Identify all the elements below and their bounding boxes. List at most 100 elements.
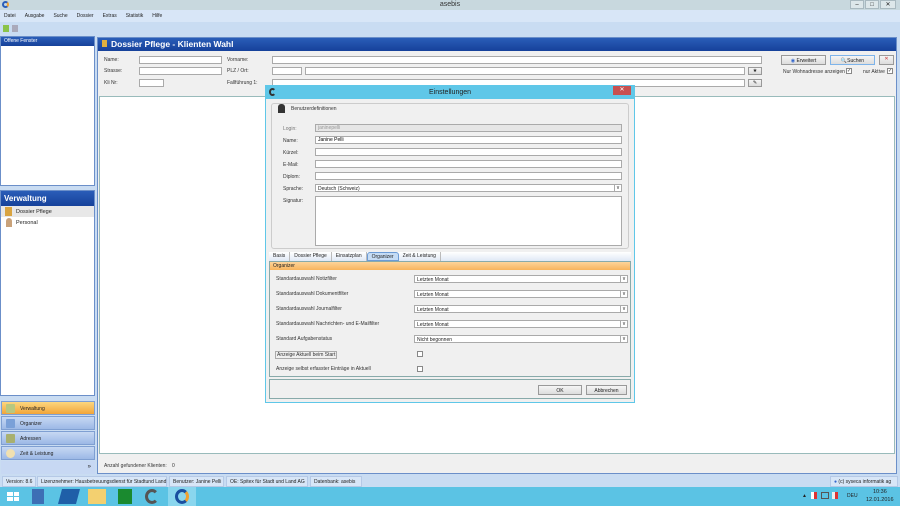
open-windows-panel: Offene Fenster xyxy=(0,36,95,186)
flag-icon[interactable] xyxy=(811,492,817,499)
notizfilter-select[interactable]: Letzten Monat v xyxy=(414,275,628,283)
suchen-button[interactable]: 🔍Suchen xyxy=(830,55,875,65)
vorname-label: Vorname: xyxy=(227,57,249,63)
plz-ort-label: PLZ / Ort: xyxy=(227,68,249,74)
menu-hilfe[interactable]: Hilfe xyxy=(152,13,162,19)
kl-nr-input[interactable] xyxy=(139,79,164,87)
minimize-button[interactable]: – xyxy=(850,0,864,9)
maximize-button[interactable]: □ xyxy=(865,0,879,9)
strasse-label: Strasse: xyxy=(104,68,123,74)
kuerzel-input[interactable] xyxy=(315,148,622,156)
organizer-icon xyxy=(6,419,15,428)
menu-datei[interactable]: Datei xyxy=(4,13,16,19)
dokumentfilter-select[interactable]: Letzten Monat v xyxy=(414,290,628,298)
email-label: E-Mail: xyxy=(283,162,299,168)
organizer-header: Organizer xyxy=(270,262,630,270)
clock-time[interactable]: 10:36 xyxy=(873,489,887,495)
server-manager-icon[interactable] xyxy=(32,489,44,504)
tab-dossier-pflege[interactable]: Dossier Pflege xyxy=(290,252,332,261)
benutzer-group: Benutzerdefinitionen Login: Name: Kürzel… xyxy=(271,103,629,249)
journalfilter-select[interactable]: Letzten Monat v xyxy=(414,305,628,313)
verwaltung-panel: Verwaltung Dossier Pflege Personal xyxy=(0,190,95,396)
diplom-label: Diplom: xyxy=(283,174,300,180)
volume-icon[interactable] xyxy=(832,492,838,499)
sidebar-item-dossier-pflege[interactable]: Dossier Pflege xyxy=(1,206,94,217)
status-db: Datenbank: asebis xyxy=(310,476,362,487)
chevron-down-icon: v xyxy=(620,306,627,312)
powershell-icon[interactable] xyxy=(57,489,81,504)
sidebar-item-personal[interactable]: Personal xyxy=(1,217,94,229)
nav-adressen[interactable]: Adressen xyxy=(1,431,95,445)
count-label: Anzahl gefundener Klienten: xyxy=(104,463,167,469)
status-lizenz: Lizenznehmer: Hausbetreuungsdienst für S… xyxy=(37,476,167,487)
menu-suche[interactable]: Suche xyxy=(53,13,67,19)
aufgabenstatus-label: Standard Aufgabenstatus xyxy=(276,336,333,342)
menu-ausgabe[interactable]: Ausgabe xyxy=(25,13,45,19)
windows-start-icon[interactable] xyxy=(4,489,22,504)
dossier-icon xyxy=(5,207,12,216)
network-icon[interactable] xyxy=(821,492,829,499)
folder-icon xyxy=(102,40,107,47)
nav-organizer[interactable]: Organizer xyxy=(1,416,95,430)
email-input[interactable] xyxy=(315,160,622,168)
chevron-down-icon: v xyxy=(620,291,627,297)
nav-verwaltung[interactable]: Verwaltung xyxy=(1,401,95,415)
nur-aktive-checkbox[interactable]: ✓ xyxy=(887,68,893,74)
notizfilter-label: Standardauswahl Notizfilter xyxy=(276,276,337,282)
vorname-input[interactable] xyxy=(272,56,762,64)
tab-basis[interactable]: Basis xyxy=(269,252,291,261)
asebis-taskbar-icon[interactable] xyxy=(145,489,159,504)
name-label: Name: xyxy=(104,57,119,63)
aufgabenstatus-select[interactable]: Nicht begonnen v xyxy=(414,335,628,343)
page-title: Dossier Pflege - Klienten Wahl xyxy=(98,38,896,51)
status-version: Version: 8.6 xyxy=(2,476,36,487)
organizer-section: Organizer Standardauswahl Notizfilter Le… xyxy=(269,261,631,377)
count-value: 0 xyxy=(172,463,175,469)
menu-dossier[interactable]: Dossier xyxy=(77,13,94,19)
tab-organizer[interactable]: Organizer xyxy=(366,252,399,261)
close-button[interactable]: ✕ xyxy=(880,0,896,9)
title-bar: asebis – □ ✕ xyxy=(0,0,900,10)
cancel-button[interactable]: Abbrechen xyxy=(586,385,627,395)
fallfuehrung-edit-button[interactable]: ✎ xyxy=(748,79,762,87)
name-input[interactable] xyxy=(139,56,222,64)
menu-extras[interactable]: Extras xyxy=(103,13,117,19)
diplom-input[interactable] xyxy=(315,172,622,180)
menu-statistik[interactable]: Statistik xyxy=(126,13,144,19)
fallfuehrung-label: Fallführung 1: xyxy=(227,80,258,86)
wohnadresse-checkbox[interactable]: ✓ xyxy=(846,68,852,74)
tab-einsatzplan[interactable]: Einsatzplan xyxy=(332,252,367,261)
selbst-erfasst-label: Anzeige selbst erfasster Einträge in Akt… xyxy=(276,366,371,372)
dialog-close-button[interactable]: ✕ xyxy=(613,86,631,95)
tray-arrow-icon[interactable]: ▲ xyxy=(802,493,807,499)
ort-input[interactable] xyxy=(305,67,745,75)
selbst-erfasst-checkbox[interactable] xyxy=(417,366,423,372)
clock-date[interactable]: 12.01.2016 xyxy=(866,497,894,503)
store-icon[interactable] xyxy=(118,489,132,504)
window-title: asebis xyxy=(439,1,461,8)
plz-input[interactable] xyxy=(272,67,302,75)
erweitert-button[interactable]: ◉ Erweitert xyxy=(781,55,826,65)
signatur-textarea[interactable] xyxy=(315,196,622,246)
nachrichtenfilter-label: Standardauswahl Nachrichten- und E-Mailf… xyxy=(276,321,380,327)
aktuell-start-label: Anzeige Aktuell beim Start xyxy=(275,351,338,359)
plz-lookup-button[interactable]: ★ xyxy=(748,67,762,75)
new-icon[interactable] xyxy=(3,25,9,32)
nachrichtenfilter-select[interactable]: Letzten Monat v xyxy=(414,320,628,328)
sprache-select[interactable]: Deutsch (Schweiz) v xyxy=(315,184,622,192)
nav-zeit-leistung[interactable]: Zeit & Leistung xyxy=(1,446,95,460)
aktuell-start-checkbox[interactable] xyxy=(417,351,423,357)
open-icon[interactable] xyxy=(12,25,18,32)
name-input[interactable] xyxy=(315,136,622,144)
clear-filter-button[interactable]: ✕ xyxy=(879,55,894,65)
language-indicator[interactable]: DEU xyxy=(847,493,858,499)
asebis-active-taskbar-icon[interactable] xyxy=(168,487,196,506)
tab-zeit-leistung[interactable]: Zeit & Leistung xyxy=(399,252,441,261)
login-label: Login: xyxy=(283,126,297,132)
login-input xyxy=(315,124,622,132)
file-explorer-icon[interactable] xyxy=(88,489,106,504)
ok-button[interactable]: OK xyxy=(538,385,582,395)
strasse-input[interactable] xyxy=(139,67,222,75)
kuerzel-label: Kürzel: xyxy=(283,150,299,156)
more-nav-button[interactable]: » xyxy=(1,461,95,474)
